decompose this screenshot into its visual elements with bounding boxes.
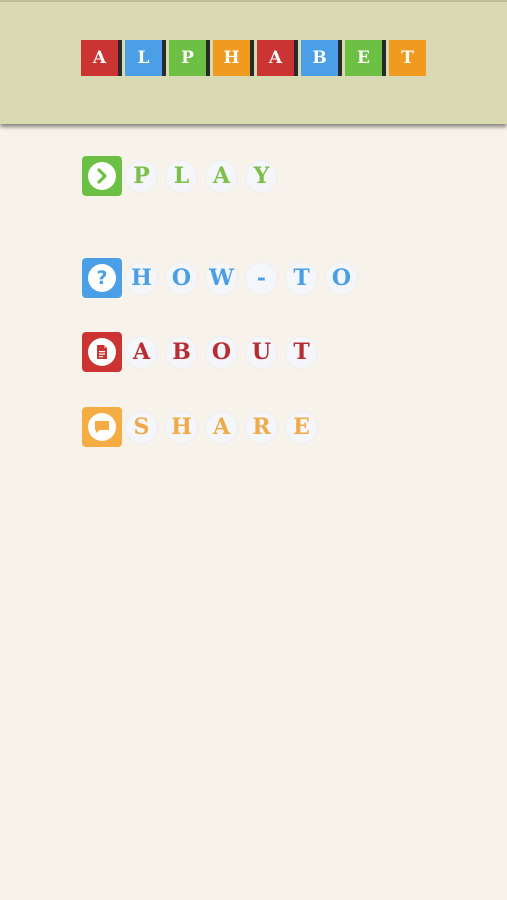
how-to-label: H O W - T O (125, 261, 365, 295)
header-bar: A L P H A B E T (0, 0, 507, 124)
letter-circle: A (205, 410, 238, 444)
letter-circle: T (285, 261, 318, 295)
letter-circle: A (125, 335, 158, 369)
logo-tile: A (81, 40, 122, 76)
letter-circle: P (125, 159, 158, 193)
chevron-right-icon (88, 162, 116, 190)
letter-circle: T (285, 335, 318, 369)
about-button[interactable]: A B O U T (82, 332, 325, 372)
letter-circle: W (205, 261, 238, 295)
logo-tile: P (169, 40, 210, 76)
letter-circle: O (205, 335, 238, 369)
letter-circle: O (325, 261, 358, 295)
logo-tile: L (125, 40, 166, 76)
logo-tile: E (345, 40, 386, 76)
logo-tile: H (213, 40, 254, 76)
letter-circle: - (245, 261, 278, 295)
logo-tile: A (257, 40, 298, 76)
letter-circle: E (285, 410, 318, 444)
play-button[interactable]: P L A Y (82, 156, 285, 196)
share-button[interactable]: S H A R E (82, 407, 325, 447)
letter-circle: R (245, 410, 278, 444)
about-icon-box[interactable] (82, 332, 122, 372)
letter-circle: L (165, 159, 198, 193)
letter-circle: B (165, 335, 198, 369)
header-top-border (0, 0, 507, 2)
about-label: A B O U T (125, 335, 325, 369)
letter-circle: H (165, 410, 198, 444)
play-icon-box[interactable] (82, 156, 122, 196)
letter-circle: U (245, 335, 278, 369)
letter-circle: Y (245, 159, 278, 193)
alphabet-logo: A L P H A B E T (81, 40, 426, 76)
play-label: P L A Y (125, 159, 285, 193)
share-icon-box[interactable] (82, 407, 122, 447)
question-mark-icon: ? (88, 264, 116, 292)
share-label: S H A R E (125, 410, 325, 444)
how-to-icon-box[interactable]: ? (82, 258, 122, 298)
logo-tile: B (301, 40, 342, 76)
letter-circle: A (205, 159, 238, 193)
logo-tile: T (389, 40, 426, 76)
letter-circle: O (165, 261, 198, 295)
letter-circle: S (125, 410, 158, 444)
letter-circle: H (125, 261, 158, 295)
chat-bubble-icon (88, 413, 116, 441)
how-to-button[interactable]: ? H O W - T O (82, 258, 365, 298)
document-icon (88, 338, 116, 366)
